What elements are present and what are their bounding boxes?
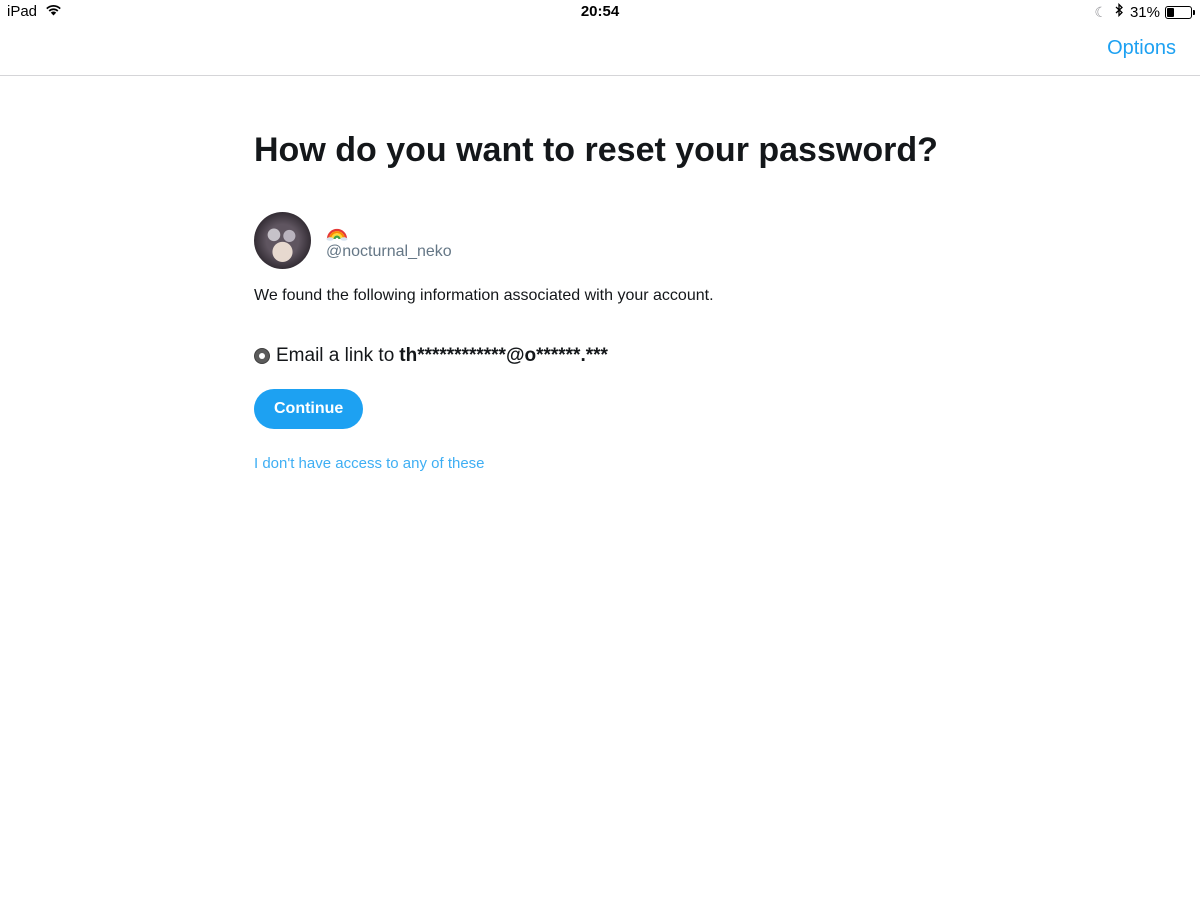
- page-title: How do you want to reset your password?: [254, 131, 938, 169]
- battery-percent: 31%: [1129, 3, 1160, 21]
- account-text: @nocturnal_neko: [326, 221, 452, 261]
- bluetooth-icon: [1115, 2, 1124, 21]
- account-card: @nocturnal_neko: [254, 212, 954, 269]
- email-option[interactable]: Email a link to th************@o******.*…: [254, 345, 954, 367]
- nav-bar: Options: [0, 24, 1200, 76]
- reset-password-panel: How do you want to reset your password? …: [254, 128, 954, 472]
- radio-selected-icon[interactable]: [254, 348, 270, 364]
- status-bar: iPad 20:54 ☾ 31%: [0, 0, 1200, 24]
- account-handle: @nocturnal_neko: [326, 242, 452, 260]
- masked-email: th************@o******.***: [399, 345, 608, 366]
- moon-icon: ☾: [1094, 3, 1107, 20]
- battery-icon: [1165, 5, 1195, 19]
- found-info-text: We found the following information assoc…: [254, 287, 714, 304]
- no-access-link[interactable]: I don't have access to any of these: [254, 455, 954, 472]
- rainbow-icon: [326, 221, 452, 243]
- continue-button[interactable]: Continue: [254, 389, 364, 429]
- status-time: 20:54: [580, 3, 620, 20]
- avatar: [254, 212, 311, 269]
- email-option-label: Email a link to: [276, 345, 395, 366]
- battery-fill: [1167, 7, 1174, 17]
- options-button[interactable]: Options: [1107, 37, 1176, 60]
- status-right: ☾ 31%: [1094, 2, 1195, 21]
